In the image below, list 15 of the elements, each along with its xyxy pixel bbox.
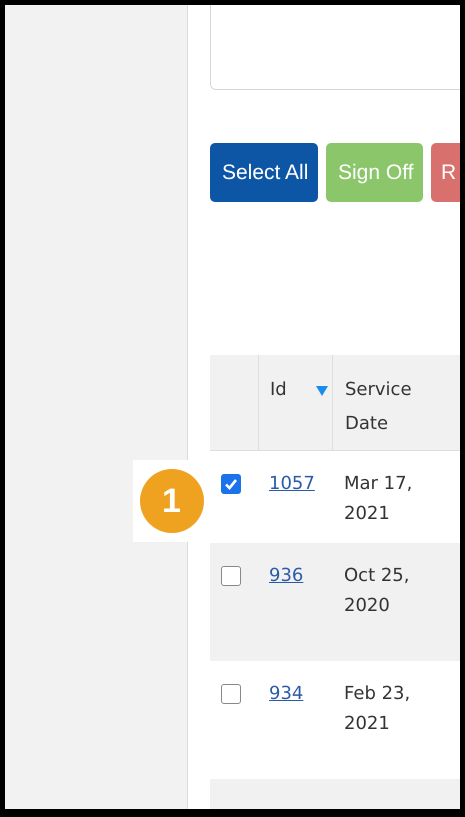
record-id-link[interactable]: 936 [269, 565, 304, 586]
action-button[interactable]: Select All [210, 143, 318, 202]
column-header[interactable]: Service Date [345, 373, 435, 441]
checkmark-icon [224, 477, 238, 491]
service-date: Mar 17, 2021 [344, 472, 414, 526]
column-header[interactable]: Id [270, 373, 287, 407]
record-id-link[interactable]: 934 [269, 683, 304, 704]
record-id-link[interactable]: 1057 [269, 473, 315, 494]
step-badge: 1 [140, 469, 204, 533]
row-checkbox[interactable] [221, 684, 241, 704]
service-date: Feb 23, 2021 [344, 682, 412, 736]
row-checkbox[interactable] [221, 474, 241, 494]
service-date: Oct 25, 2020 [344, 564, 410, 618]
row-checkbox[interactable] [221, 566, 241, 586]
sort-descending-icon[interactable] [316, 386, 328, 396]
